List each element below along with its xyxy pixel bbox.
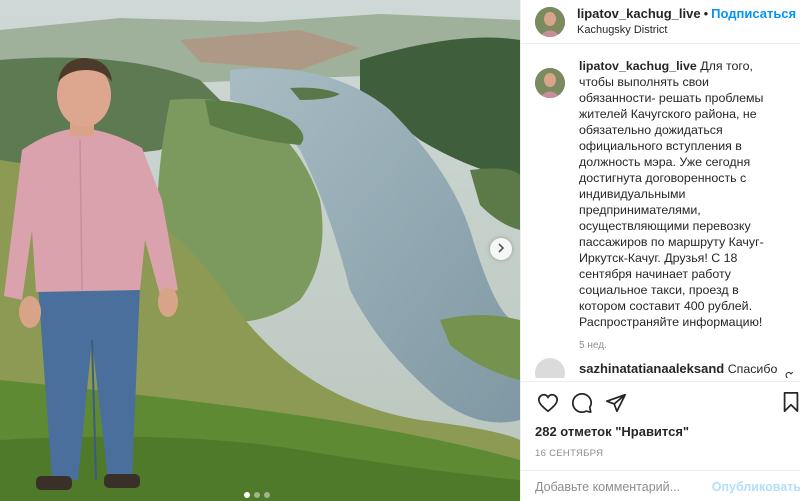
comment-like-icon[interactable] [785,370,793,378]
next-slide-button[interactable] [490,238,512,260]
caption: lipatov_kachug_live Для того, чтобы выпо… [535,58,793,330]
heart-icon[interactable] [535,390,561,416]
bookmark-icon[interactable] [781,391,800,418]
carousel-dot [244,492,250,498]
avatar[interactable] [535,6,565,37]
comments-list[interactable]: lipatov_kachug_live Для того, чтобы выпо… [535,58,793,378]
comment-icon[interactable] [569,390,595,416]
post-date[interactable]: 16 СЕНТЯБРЯ [521,448,800,459]
post-actions: 282 отметок "Нравится" 16 СЕНТЯБРЯ Опубл… [521,381,800,501]
caption-avatar[interactable] [535,68,565,98]
caption-time[interactable]: 5 нед. [579,340,793,351]
comment-input[interactable] [535,479,706,494]
likes-count[interactable]: 282 отметок "Нравится" [521,424,800,439]
comment-username[interactable]: sazhinatatianaaleksand [579,361,724,376]
post-side-panel: lipatov_kachug_live • Подписаться Kachugsk… [520,0,800,501]
post-header: lipatov_kachug_live • Подписаться Kachugsk… [521,0,800,44]
carousel-dot [264,492,270,498]
location-link[interactable]: Kachugsky District [577,22,796,38]
chevron-right-icon [496,240,506,258]
comment-item: sazhinatatianaaleksand Спасибо [535,358,793,378]
publish-button[interactable]: Опубликовать [712,480,800,494]
post-photo[interactable] [0,0,520,501]
caption-username[interactable]: lipatov_kachug_live [579,59,697,73]
separator-dot: • [703,5,709,21]
carousel-dot [254,492,260,498]
follow-button[interactable]: Подписаться [711,6,796,21]
caption-text: Для того, чтобы выполнять свои обязаннос… [579,59,764,329]
add-comment-bar: Опубликовать [521,470,800,501]
landscape-photo [0,0,520,501]
header-username[interactable]: lipatov_kachug_live [577,6,701,21]
comment-text: Спасибо [727,362,778,376]
commenter-avatar[interactable] [535,358,565,378]
share-icon[interactable] [603,390,629,416]
carousel-dots [244,492,270,498]
